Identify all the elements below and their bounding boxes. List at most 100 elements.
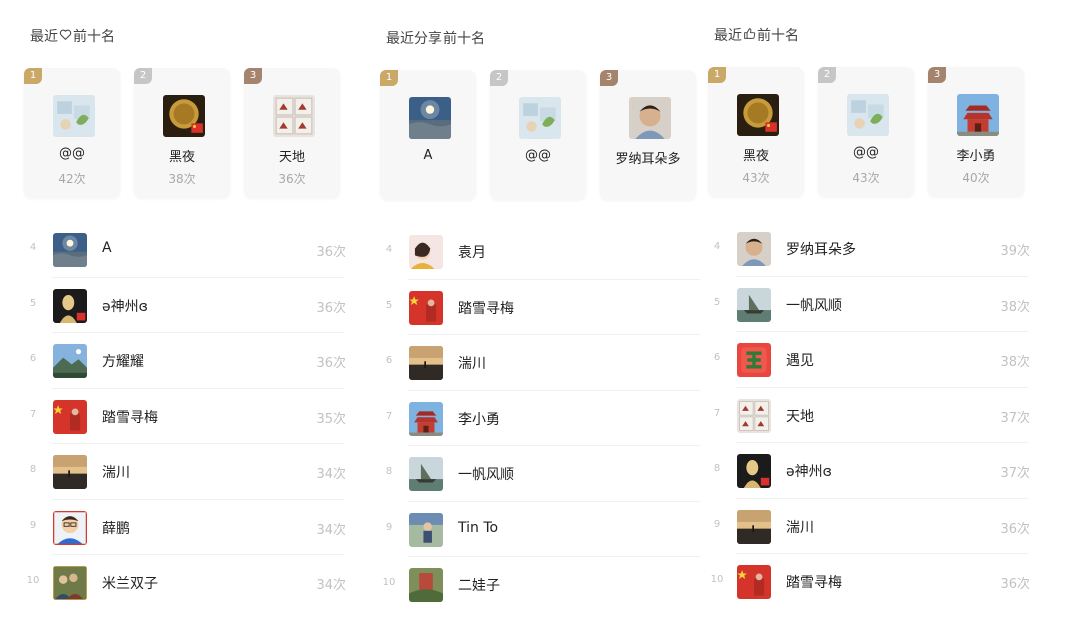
ranking-board-shares: 最近分享 前十名 1 A 2 @@ 3 罗纳耳朵多 4 袁月 5 踏雪寻梅 6 湍川 7 李小勇 8 一帆风顺 9 T… [378,2,718,634]
top-three: 1 黑夜 43次 2 @@ 43次 3 李小勇 40次 [708,67,1030,197]
rank-number: 7 [385,410,393,422]
avatar[interactable] [737,343,771,377]
avatar[interactable] [273,95,315,137]
user-name: 罗纳耳朵多 [615,152,681,167]
avatar[interactable] [53,399,87,434]
list-item[interactable]: 4 罗纳耳朵多 39次 [706,221,1034,277]
avatar[interactable] [409,568,443,602]
rank-number: 6 [29,353,37,364]
board-title-prefix: 最近 [30,29,58,45]
rank-number: 10 [710,574,724,585]
list-item[interactable]: 5 踏雪寻梅 [378,280,706,336]
avatar[interactable] [409,512,443,547]
avatar[interactable] [53,233,87,267]
count: 37次 [1000,410,1030,426]
top-card-3[interactable]: 3 李小勇 40次 [928,67,1024,197]
avatar[interactable] [737,232,771,266]
top-three: 1 @@ 42次 2 黑夜 38次 3 天地 36次 [24,68,346,198]
list-item[interactable]: 5 ə神州ɞ 36次 [22,278,350,334]
user-name: 方耀耀 [102,354,144,370]
avatar[interactable] [53,455,87,489]
avatar[interactable] [629,97,671,139]
count: 38次 [1000,299,1030,315]
list-item[interactable]: 7 天地 37次 [706,388,1034,444]
avatar[interactable] [737,398,771,433]
avatar[interactable] [409,346,443,380]
avatar[interactable] [53,510,87,545]
list-item[interactable]: 9 湍川 36次 [706,499,1034,555]
avatar[interactable] [519,97,561,139]
list-item[interactable]: 6 遇见 38次 [706,332,1034,388]
avatar[interactable] [53,288,87,323]
rank-badge: 3 [244,68,262,84]
rank-badge: 3 [928,67,946,83]
count: 36次 [278,172,306,186]
avatar[interactable] [409,401,443,436]
list-item[interactable]: 10 踏雪寻梅 36次 [706,554,1034,610]
list-item[interactable]: 7 李小勇 [378,391,706,447]
list-item[interactable]: 6 方耀耀 36次 [22,333,350,389]
avatar[interactable] [53,95,95,137]
user-name: 薛鹏 [102,520,130,537]
avatar[interactable] [737,94,779,136]
avatar[interactable] [409,457,443,491]
avatar[interactable] [847,94,889,136]
count: 42次 [58,172,86,186]
rank-number: 10 [26,575,40,586]
list-item[interactable]: 4 袁月 [378,224,706,280]
avatar[interactable] [163,95,205,137]
rank-number: 5 [385,299,393,311]
avatar[interactable] [53,344,87,378]
user-name: 湍川 [458,356,486,372]
rank-number: 8 [385,466,393,477]
user-name: 湍川 [102,465,130,481]
avatar[interactable] [737,454,771,488]
top-card-2[interactable]: 2 @@ [490,70,586,200]
list-item[interactable]: 7 踏雪寻梅 35次 [22,389,350,445]
list-item[interactable]: 9 薛鹏 34次 [22,500,350,556]
avatar[interactable] [409,97,451,139]
user-name: @@ [525,148,551,163]
rank-number: 9 [713,518,721,530]
user-name: ə神州ɞ [102,298,148,315]
top-card-1[interactable]: 1 黑夜 43次 [708,67,804,197]
list-item[interactable]: 6 湍川 [378,335,706,391]
avatar[interactable] [957,94,999,136]
avatar[interactable] [737,287,771,322]
list-item[interactable]: 4 A 36次 [22,222,350,278]
user-name: A [423,148,433,163]
top-card-1[interactable]: 1 @@ 42次 [24,68,120,198]
list-item[interactable]: 10 米兰双子 34次 [22,555,350,611]
count: 39次 [1000,244,1030,259]
top-card-2[interactable]: 2 @@ 43次 [818,67,914,197]
count: 43次 [852,171,880,185]
ranking-board-thumbs: 最近 前十名 1 黑夜 43次 2 @@ 43次 3 李小勇 40次 4 罗纳耳朵多 39次 5 一帆风顺 38… [706,0,1046,631]
count: 36次 [1000,577,1030,592]
list-item[interactable]: 8 一帆风顺 [378,446,706,502]
count: 40次 [962,171,990,185]
user-name: 黑夜 [742,149,769,164]
rank-badge: 2 [490,70,508,86]
avatar[interactable] [53,566,87,600]
list-item[interactable]: 10 二娃子 [378,557,706,613]
list-item[interactable]: 9 Tin To [378,502,706,558]
top-card-1[interactable]: 1A [380,70,476,200]
rank-number: 9 [385,521,393,533]
avatar[interactable] [737,509,771,544]
avatar[interactable] [737,565,771,599]
user-name: 米兰双子 [102,576,158,592]
rank-number: 7 [713,407,721,419]
count: 34次 [316,578,346,593]
list-item[interactable]: 8 ə神州ɞ 37次 [706,443,1034,499]
top-card-3[interactable]: 3 罗纳耳朵多 [600,70,696,200]
top-card-2[interactable]: 2 黑夜 38次 [134,68,230,198]
rank-number: 8 [713,463,721,474]
top-card-3[interactable]: 3 天地 36次 [244,68,340,198]
avatar[interactable] [409,235,443,269]
avatar[interactable] [409,290,443,325]
ranking-list: 4 A 36次 5 ə神州ɞ 36次 6 方耀耀 36次 7 踏雪寻梅 35次 8 湍川 34次 9 薛鹏 34次… [22,222,350,611]
list-item[interactable]: 8 湍川 34次 [22,444,350,500]
list-item[interactable]: 5 一帆风顺 38次 [706,277,1034,333]
rank-badge: 2 [818,67,836,83]
rank-badge: 1 [708,67,726,83]
